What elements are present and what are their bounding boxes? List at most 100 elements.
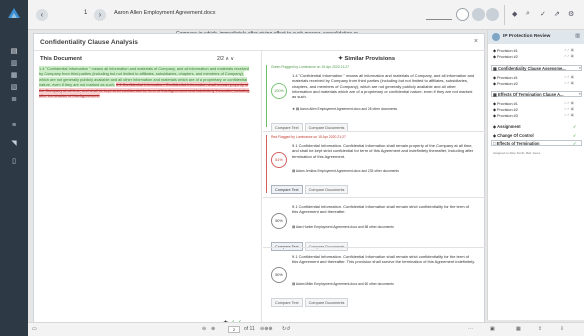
this-document-pane: This Document 2/2 ∧ ∨ 1.4 "Confidential … — [34, 51, 262, 335]
sidebar-item[interactable]: ◆ Provision #3 ✓✓ ▣ — [493, 113, 574, 118]
page-number: 1 — [84, 10, 88, 16]
provision-text: 9.1 Confidential Information. Confidenti… — [292, 254, 476, 265]
compare-text-button[interactable]: Compare Text — [271, 298, 303, 307]
bottom-toolbar: ▭ ⊖ ⊕ 2 of 11 ⊖⊕⊕ ↻↺ ⋯ ▣ ▦ ⇪ ⇩ — [28, 322, 584, 336]
nav-analysis-icon[interactable]: ▦ — [9, 72, 19, 79]
review-status-icon — [492, 33, 500, 41]
provision-source: Adam Jenkins Employment Agreement.docx a… — [295, 169, 399, 173]
sidebar-section-confidentiality[interactable]: ▦ Confidentiality Clause Assessme... ▾ — [493, 66, 581, 71]
page-input[interactable]: 2 — [228, 326, 240, 333]
sidebar-item-label: Change Of Control — [497, 133, 534, 138]
zoom-out-icon[interactable]: ⊖ — [202, 326, 206, 332]
section-icon: ▦ — [493, 66, 497, 71]
card-divider — [263, 247, 485, 248]
page-view-icon[interactable]: ▭ — [32, 326, 37, 332]
status-circle-2[interactable] — [472, 8, 485, 21]
sidebar-item-change-of-control[interactable]: ◆ Change Of Control ✓ — [493, 133, 576, 138]
status-circle-1[interactable] — [456, 8, 469, 21]
sidebar-item-label: Provision #2 — [496, 55, 518, 59]
grid-icon[interactable]: ▦ — [516, 326, 521, 332]
sidebar-item[interactable]: ◆ Provision #1 ✓✓ ▣ — [493, 48, 574, 53]
check-icon: ✓ — [573, 141, 577, 146]
sidebar-item[interactable]: ◆ Provision #2 ✓✓ ▣ — [493, 107, 574, 112]
status-circle-3[interactable] — [486, 8, 499, 21]
card-actions: Compare TextCompare Documents — [271, 235, 350, 253]
sidebar-item[interactable]: ◆ Provision #2 ✓✓ ▣ — [493, 81, 574, 86]
nav-folders-icon[interactable]: ▥ — [9, 60, 19, 67]
provision-card[interactable]: Green Flagged by Luminance on 15 Apr 202… — [266, 65, 480, 132]
nav-documents-icon[interactable]: ▤ — [9, 48, 19, 55]
sidebar-item-assignment[interactable]: ◆ Assignment ✓ — [493, 124, 576, 129]
sidebar-item-label: Assignment — [497, 124, 521, 129]
provision-meta: ▤ Adam Jenkins Employment Agreement.docx… — [292, 169, 399, 173]
sidebar-item-label: Provision #3 — [496, 114, 518, 118]
sidebar-item-label: Provision #1 — [496, 49, 518, 53]
compare-documents-button[interactable]: Compare Documents — [304, 185, 349, 194]
chevron-down-icon[interactable]: ▾ — [579, 66, 581, 70]
app-window: ▤ ▥ ▦ ▧ ≣ ≡ ◥ ▯ ‹ 1 › Aaron Allen Employ… — [0, 0, 584, 336]
nav-tag-icon[interactable]: ◥ — [9, 140, 19, 147]
more-icon[interactable]: ⋯ — [468, 326, 473, 332]
sidebar-item[interactable]: ◆ Provision #1 ✓✓ ▣ — [493, 75, 574, 80]
pin-icon[interactable]: ⇗ — [554, 10, 560, 18]
sidebar-title: IP Protection Review — [503, 34, 551, 39]
nav-menu-icon[interactable]: ≡ — [9, 122, 19, 129]
card-divider — [263, 197, 485, 198]
check-icon[interactable]: ✓ — [540, 10, 546, 18]
provision-card[interactable]: 50% 9.1 Confidential Information. Confid… — [266, 253, 480, 313]
square-icon: □ — [493, 141, 496, 146]
provision-source: Alan Hunter Employment Agreement.docx an… — [295, 225, 394, 229]
top-toolbar: ‹ 1 › Aaron Allen Employment Agreement.d… — [28, 0, 584, 30]
upload-icon[interactable]: ⇪ — [538, 326, 542, 332]
nav-list-icon[interactable]: ≣ — [9, 96, 19, 103]
provision-card[interactable]: Red Flagged by Luminance on 15 Apr 2020 … — [266, 135, 480, 194]
sidebar-header[interactable]: IP Protection Review ▥ — [488, 30, 584, 44]
settings-icon[interactable]: ⚙ — [568, 10, 574, 18]
tag-icon: ◆ — [493, 82, 496, 86]
sidebar-item[interactable]: ◆ Provision #1 ✓✓ ▣ — [493, 101, 574, 106]
compare-text-button[interactable]: Compare Text — [271, 185, 303, 194]
match-navigator[interactable]: 2/2 ∧ ∨ — [217, 56, 234, 62]
tag-icon[interactable]: ◆ — [512, 10, 517, 18]
rotate-icon[interactable]: ↻↺ — [282, 326, 290, 332]
doc-icon: ▤ — [292, 282, 296, 286]
sidebar-item-label: Effects of Termination — [496, 141, 540, 146]
nav-file-icon[interactable]: ▯ — [9, 158, 19, 165]
compare-documents-button[interactable]: Compare Documents — [304, 298, 349, 307]
sidebar-item-label: Provision #2 — [496, 108, 518, 112]
green-accent — [266, 65, 267, 127]
provision-text: 9.1 Confidential Information. Confidenti… — [292, 204, 469, 215]
this-document-heading: This Document — [40, 56, 82, 62]
search-icon[interactable]: ⌕ — [526, 10, 530, 18]
close-icon[interactable]: × — [474, 38, 478, 45]
review-sidebar: IP Protection Review ▥ ◆ Provision #1 ✓✓ … — [487, 30, 584, 320]
sidebar-item[interactable]: ◆ Provision #2 ✓✓ ▣ — [493, 54, 574, 59]
sidebar-item-label: Provision #1 — [496, 76, 518, 80]
forward-button[interactable]: › — [94, 9, 106, 21]
tag-icon: ◆ — [493, 124, 497, 129]
nav-chart-icon[interactable]: ▧ — [9, 84, 19, 91]
similarity-score: 51% — [271, 152, 287, 168]
tag-icon: ◆ — [493, 49, 496, 53]
sidebar-section-effects[interactable]: ▦ Effects Of Termination Clause A... ▾ — [493, 92, 581, 97]
chevron-down-icon[interactable]: ▾ — [579, 92, 581, 96]
download-icon[interactable]: ⇩ — [560, 326, 564, 332]
back-button[interactable]: ‹ — [36, 9, 48, 21]
flag-icons: ✓✓ ▣ — [564, 113, 574, 117]
clause-analysis-panel: Confidentiality Clause Analysis × This D… — [33, 33, 486, 335]
tag-icon: ◆ — [493, 108, 496, 112]
tag-icon: ◆ — [493, 76, 496, 80]
star-icon[interactable]: ★ — [292, 107, 295, 111]
panel-toggle-icon[interactable]: ▥ — [575, 33, 580, 39]
tag-icon: ◆ — [493, 133, 497, 138]
zoom-controls-icon[interactable]: ⊖⊕⊕ — [260, 326, 273, 332]
toolbar-separator — [504, 5, 505, 25]
zoom-in-icon[interactable]: ⊕ — [211, 326, 215, 332]
divider-line — [426, 19, 452, 20]
layout-icon[interactable]: ▣ — [490, 326, 495, 332]
sidebar-item-effects-of-termination[interactable]: □ Effects of Termination ✓ — [493, 141, 576, 146]
tag-icon: ◆ — [493, 55, 496, 59]
doc-icon: ▤ — [295, 107, 300, 111]
similar-provisions-pane: ✦ Similar Provisions Green Flagged by Lu… — [263, 51, 485, 335]
flag-icons: ✓✓ ▣ — [564, 75, 574, 79]
